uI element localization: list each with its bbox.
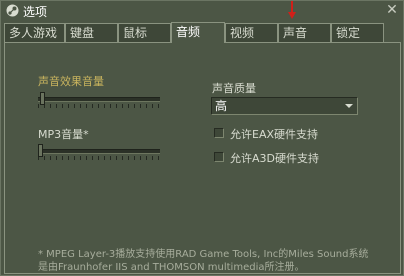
window-title: 选项 <box>23 5 48 19</box>
chevron-down-icon <box>345 104 353 108</box>
a3d-option[interactable]: 允许A3D硬件支持 <box>214 150 364 166</box>
effects-volume-label: 声音效果音量 <box>38 75 104 88</box>
steam-icon <box>6 4 19 17</box>
tab-label: 键盘 <box>70 26 95 40</box>
footnote-line-2: 是由Fraunhofer IIS and THOMSON multimedia所… <box>38 262 305 273</box>
sound-quality-dropdown[interactable]: 高 <box>211 97 358 115</box>
tab-lock[interactable]: 锁定 <box>331 23 384 42</box>
tab-label: 声音 <box>283 26 308 40</box>
tab-label: 锁定 <box>336 26 361 40</box>
tab-label: 视频 <box>230 26 255 40</box>
tab-voice[interactable]: 声音 <box>278 23 331 42</box>
tab-keyboard[interactable]: 键盘 <box>65 23 118 42</box>
tab-label: 音频 <box>176 25 201 39</box>
sound-quality-value: 高 <box>215 99 228 113</box>
tab-video[interactable]: 视频 <box>225 23 278 42</box>
eax-option[interactable]: 允许EAX硬件支持 <box>214 126 364 142</box>
mp3-volume-slider[interactable] <box>38 149 160 154</box>
effects-volume-ticks <box>38 104 160 108</box>
mp3-volume-label: MP3音量* <box>38 128 89 141</box>
mp3-volume-thumb[interactable] <box>38 144 43 157</box>
close-button[interactable]: ✕ <box>385 3 399 17</box>
tab-label: 多人游戏 <box>9 26 58 40</box>
tab-mouse[interactable]: 鼠标 <box>118 23 171 42</box>
title-bar[interactable]: 选项 ✕ <box>1 1 403 21</box>
mp3-license-footnote: * MPEG Layer-3播放支持使用RAD Game Tools, Inc的… <box>38 248 398 274</box>
effects-volume-slider[interactable] <box>38 97 160 102</box>
a3d-checkbox[interactable] <box>214 152 224 162</box>
sound-quality-label: 声音质量 <box>212 82 256 95</box>
eax-label: 允许EAX硬件支持 <box>230 128 319 141</box>
tab-multiplayer[interactable]: 多人游戏 <box>4 23 65 42</box>
mp3-volume-ticks <box>38 156 160 160</box>
audio-settings-panel: 声音效果音量 MP3音量* 声音质量 高 允许EAX硬件支持 允许A3D硬件支持 <box>4 42 401 274</box>
annotation-arrow-icon <box>288 1 296 19</box>
options-dialog: 选项 ✕ 多人游戏 键盘 鼠标 音频 视频 声音 锁定 声音效果音量 MP3音量… <box>0 0 404 276</box>
tab-audio[interactable]: 音频 <box>171 22 225 43</box>
a3d-label: 允许A3D硬件支持 <box>230 152 319 165</box>
footnote-line-1: * MPEG Layer-3播放支持使用RAD Game Tools, Inc的… <box>38 249 369 260</box>
eax-checkbox[interactable] <box>214 128 224 138</box>
effects-volume-thumb[interactable] <box>40 92 46 105</box>
tab-bar: 多人游戏 键盘 鼠标 音频 视频 声音 锁定 <box>4 22 402 43</box>
tab-label: 鼠标 <box>123 26 148 40</box>
